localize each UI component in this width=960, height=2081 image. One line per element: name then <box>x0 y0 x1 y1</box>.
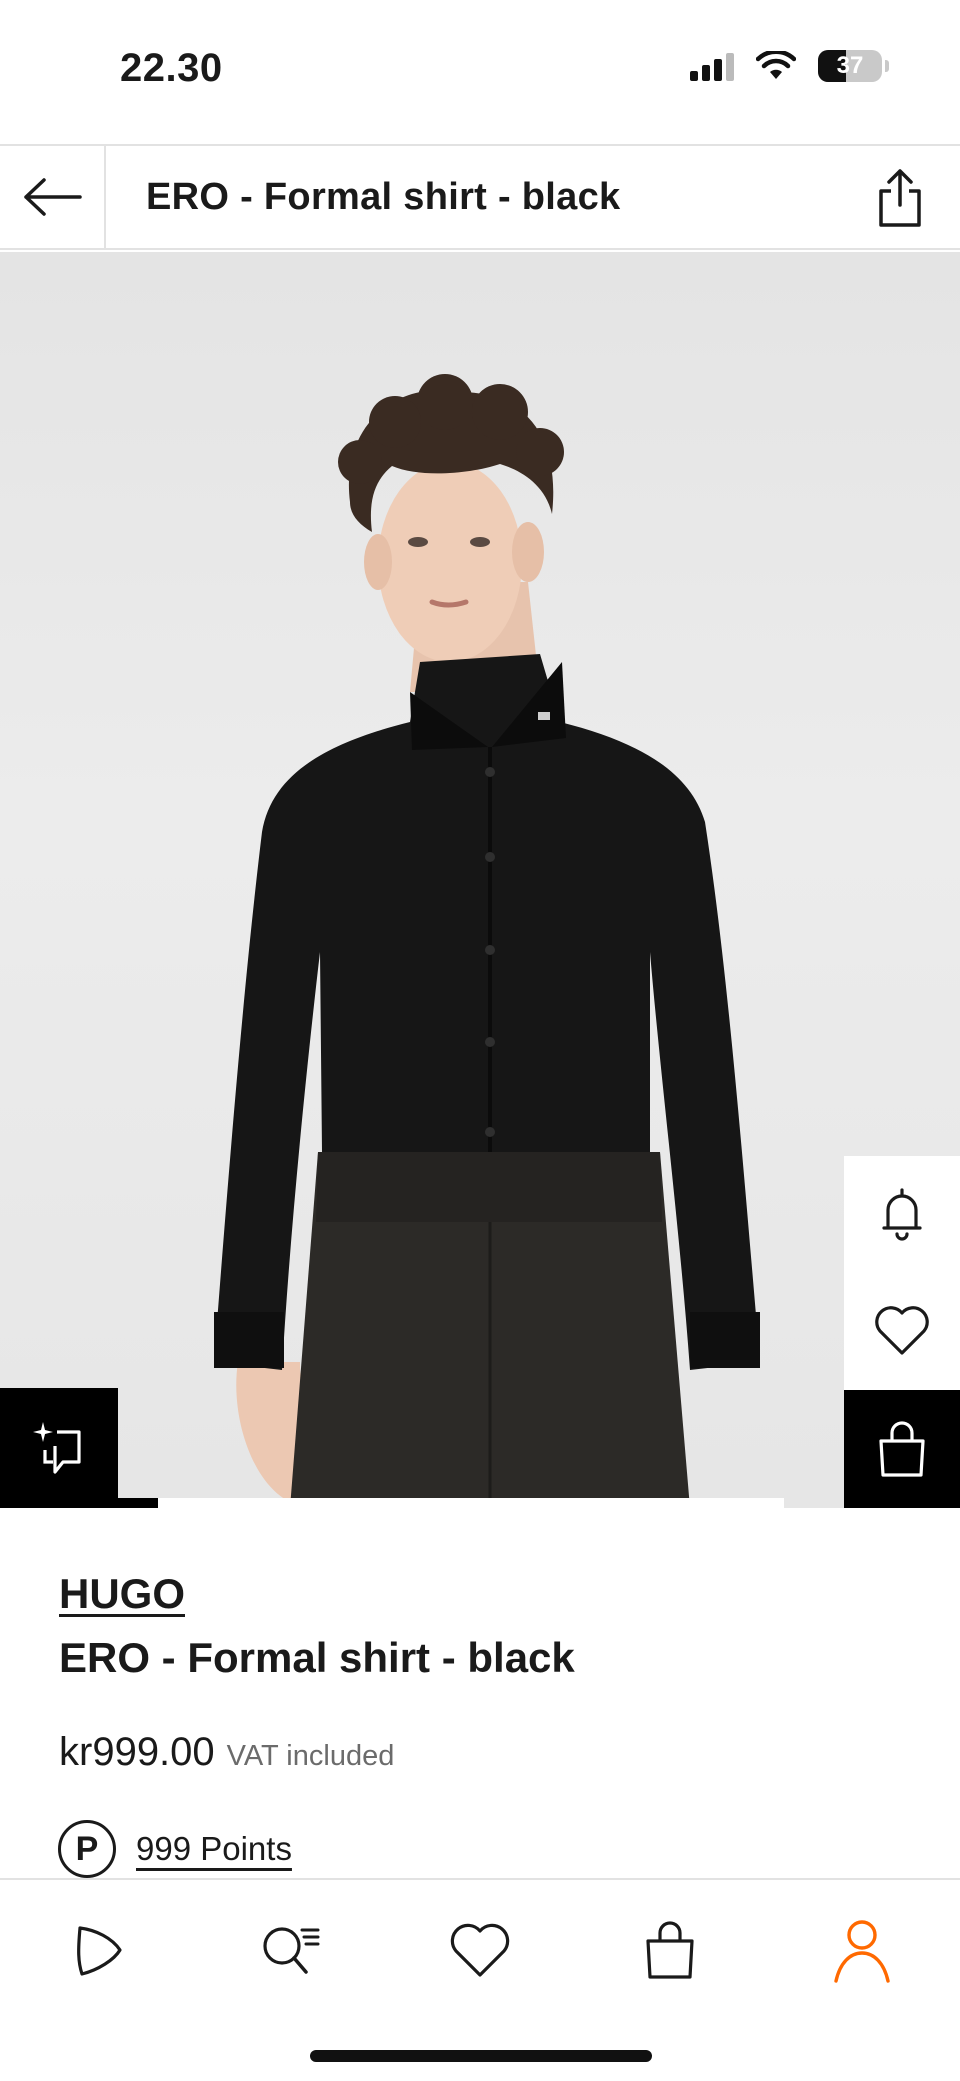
bag-icon <box>879 1421 925 1477</box>
product-name: ERO - Formal shirt - black <box>59 1634 575 1681</box>
brand-link[interactable]: HUGO <box>59 1570 185 1618</box>
home-indicator <box>310 2050 652 2062</box>
nav-search[interactable] <box>250 1910 330 1990</box>
status-time: 22.30 <box>120 46 223 90</box>
nav-home[interactable] <box>58 1910 138 1990</box>
cellular-signal-icon <box>690 51 734 81</box>
battery-icon: 37 <box>818 50 889 82</box>
add-to-bag-button[interactable] <box>844 1390 960 1508</box>
home-icon <box>77 1926 122 1976</box>
price: kr999.00 <box>59 1730 215 1774</box>
sparkle-crop-icon <box>33 1422 81 1474</box>
share-button[interactable] <box>870 166 930 230</box>
share-icon <box>879 169 921 227</box>
points-icon: P <box>58 1820 116 1878</box>
heart-icon <box>875 1306 929 1355</box>
search-icon <box>263 1927 320 1974</box>
wishlist-icon <box>450 1923 510 1977</box>
status-bar: 22.30 37 <box>0 0 960 144</box>
battery-level: 37 <box>836 52 864 79</box>
bell-icon <box>882 1188 922 1241</box>
points-label[interactable]: 999 Points <box>136 1830 292 1868</box>
header-title: ERO - Formal shirt - black <box>146 176 621 218</box>
price-row: kr999.00 VAT included <box>59 1730 394 1775</box>
carousel-progress-active <box>118 1498 158 1508</box>
nav-bag[interactable] <box>630 1910 710 1990</box>
header: ERO - Formal shirt - black <box>0 144 960 250</box>
wifi-icon <box>756 51 796 79</box>
vat-note: VAT included <box>226 1740 395 1772</box>
back-button[interactable] <box>0 146 106 248</box>
notify-button[interactable] <box>844 1156 960 1272</box>
status-icons: 37 <box>690 50 889 82</box>
nav-profile[interactable] <box>822 1910 902 1990</box>
product-image <box>214 374 760 1508</box>
product-image-carousel[interactable] <box>0 252 960 1508</box>
arrow-left-icon <box>24 178 82 216</box>
profile-icon <box>834 1920 890 1983</box>
bag-icon <box>646 1921 694 1979</box>
wishlist-button[interactable] <box>844 1272 960 1388</box>
carousel-progress-track <box>158 1498 784 1508</box>
carousel-progress <box>118 1498 958 1508</box>
nav-wishlist[interactable] <box>440 1910 520 1990</box>
points-row[interactable]: P 999 Points <box>58 1820 292 1878</box>
find-similar-button[interactable] <box>0 1388 118 1508</box>
